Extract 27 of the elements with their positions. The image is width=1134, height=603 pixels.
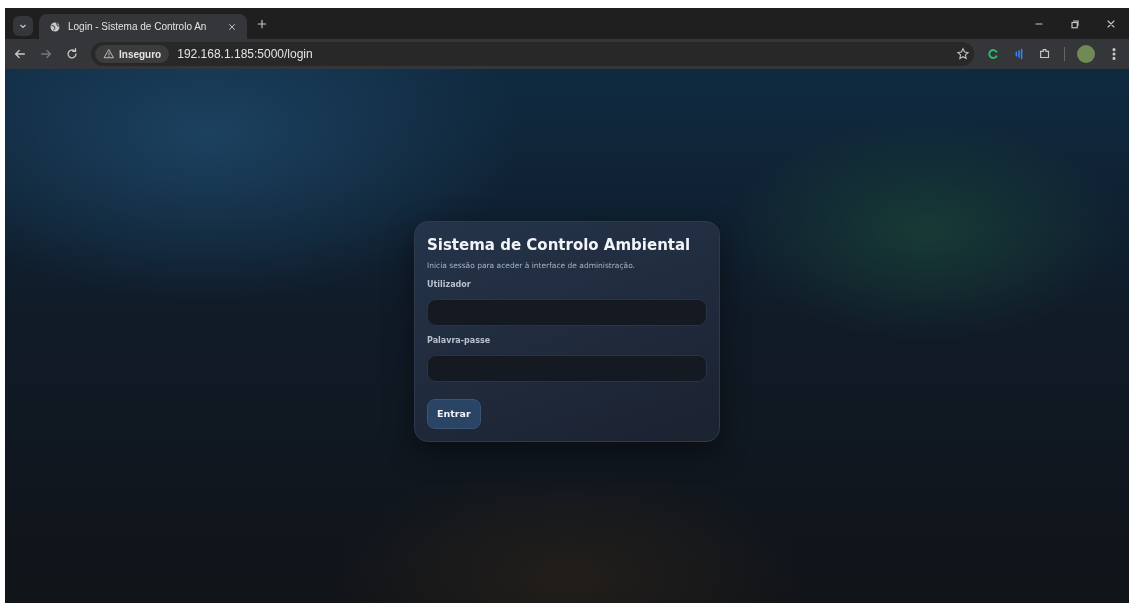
field-label: Palavra-passe [427,335,492,345]
reload-icon [65,47,79,61]
bookmark-button[interactable] [956,47,970,61]
profile-avatar[interactable] [1077,45,1095,63]
login-title: Sistema de Controlo Ambiental [427,235,692,254]
restore-icon [1069,17,1081,30]
forward-button[interactable] [39,47,53,61]
tab-close-button[interactable] [227,21,237,32]
input-field[interactable] [427,298,707,326]
warning-icon [103,48,115,60]
globe-icon [49,20,61,33]
tab-title: Login - Sistema de Controlo An [68,21,208,32]
browser-tab[interactable]: Login - Sistema de Controlo An [39,14,247,39]
back-button[interactable] [13,47,27,61]
ring-icon [986,47,1000,61]
address-bar[interactable]: Inseguro 192.168.1.185:5000/login [91,42,974,66]
star-icon [956,47,970,61]
arrow-right-icon [39,47,53,61]
security-chip[interactable]: Inseguro [95,45,170,63]
reload-button[interactable] [65,47,79,61]
field-label: Utilizador [427,279,472,289]
login-button[interactable]: Entrar [427,398,481,429]
input-field[interactable] [427,354,707,382]
close-icon [227,21,237,32]
url-text[interactable]: 192.168.1.185:5000/login [177,47,948,61]
arrow-left-icon [13,47,27,61]
extension-button[interactable] [986,47,1000,61]
